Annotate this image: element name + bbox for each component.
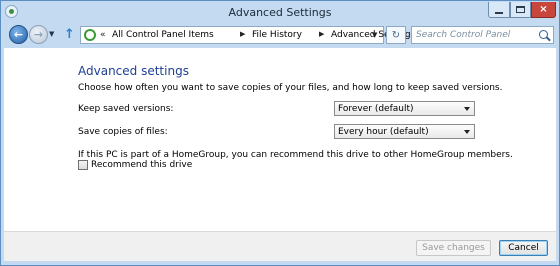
breadcrumb-separator-icon[interactable]: ▶ (240, 30, 245, 38)
breadcrumb-separator-icon[interactable]: ▶ (319, 30, 324, 38)
title-bar[interactable]: Advanced Settings × (1, 1, 559, 23)
breadcrumb-file-history[interactable]: File History (252, 30, 302, 40)
button-bar: Save changes Cancel (4, 231, 556, 261)
search-box[interactable] (411, 26, 554, 44)
forward-button[interactable]: → (29, 25, 48, 44)
page-title: Advanced settings (78, 64, 189, 78)
intro-text: Choose how often you want to save copies… (78, 83, 503, 93)
settings-content: Advanced settings Choose how often you w… (4, 48, 556, 231)
address-bar[interactable]: « All Control Panel Items ▶ File History… (80, 26, 415, 44)
up-arrow-icon[interactable]: ↑ (64, 27, 75, 42)
navigation-bar: ← → ▼ ↑ « All Control Panel Items ▶ File… (1, 23, 559, 47)
window-title: Advanced Settings (228, 6, 332, 19)
refresh-button[interactable]: ↻ (386, 26, 406, 44)
minimize-button[interactable] (488, 2, 510, 18)
keep-versions-dropdown[interactable]: Forever (default) (334, 101, 475, 116)
save-copies-dropdown[interactable]: Every hour (default) (334, 124, 475, 139)
address-dropdown-icon[interactable]: ▼ (372, 31, 377, 39)
homegroup-text: If this PC is part of a HomeGroup, you c… (78, 150, 513, 160)
minimize-icon (495, 11, 503, 14)
forward-arrow-icon: → (33, 28, 44, 41)
dropdown-arrow-icon (464, 107, 470, 111)
control-panel-address-icon (84, 29, 96, 41)
save-changes-button[interactable]: Save changes (416, 240, 491, 256)
keep-versions-value: Forever (default) (338, 104, 414, 114)
hidden-crumbs-chevron-icon[interactable]: « (100, 30, 106, 40)
back-button[interactable]: ← (9, 25, 28, 44)
recommend-drive-label[interactable]: Recommend this drive (91, 160, 192, 170)
close-icon: × (539, 3, 548, 15)
search-input[interactable] (416, 29, 534, 41)
recommend-drive-checkbox[interactable] (78, 160, 88, 170)
maximize-icon (516, 6, 525, 13)
recommend-drive-option[interactable]: Recommend this drive (78, 160, 192, 170)
breadcrumb-all-control-panel-items[interactable]: All Control Panel Items (112, 30, 214, 40)
maximize-button[interactable] (510, 2, 531, 18)
keep-versions-label: Keep saved versions: (78, 104, 174, 114)
cancel-button[interactable]: Cancel (499, 240, 548, 256)
dropdown-arrow-icon (464, 130, 470, 134)
save-copies-value: Every hour (default) (338, 127, 429, 137)
window: Advanced Settings × ← → ▼ ↑ « All Contro… (0, 0, 560, 266)
close-button[interactable]: × (531, 2, 556, 18)
save-copies-label: Save copies of files: (78, 127, 168, 137)
search-icon[interactable] (539, 30, 548, 39)
back-arrow-icon: ← (13, 28, 24, 41)
refresh-icon: ↻ (391, 29, 401, 41)
recent-locations-chevron-icon[interactable]: ▼ (49, 30, 54, 38)
